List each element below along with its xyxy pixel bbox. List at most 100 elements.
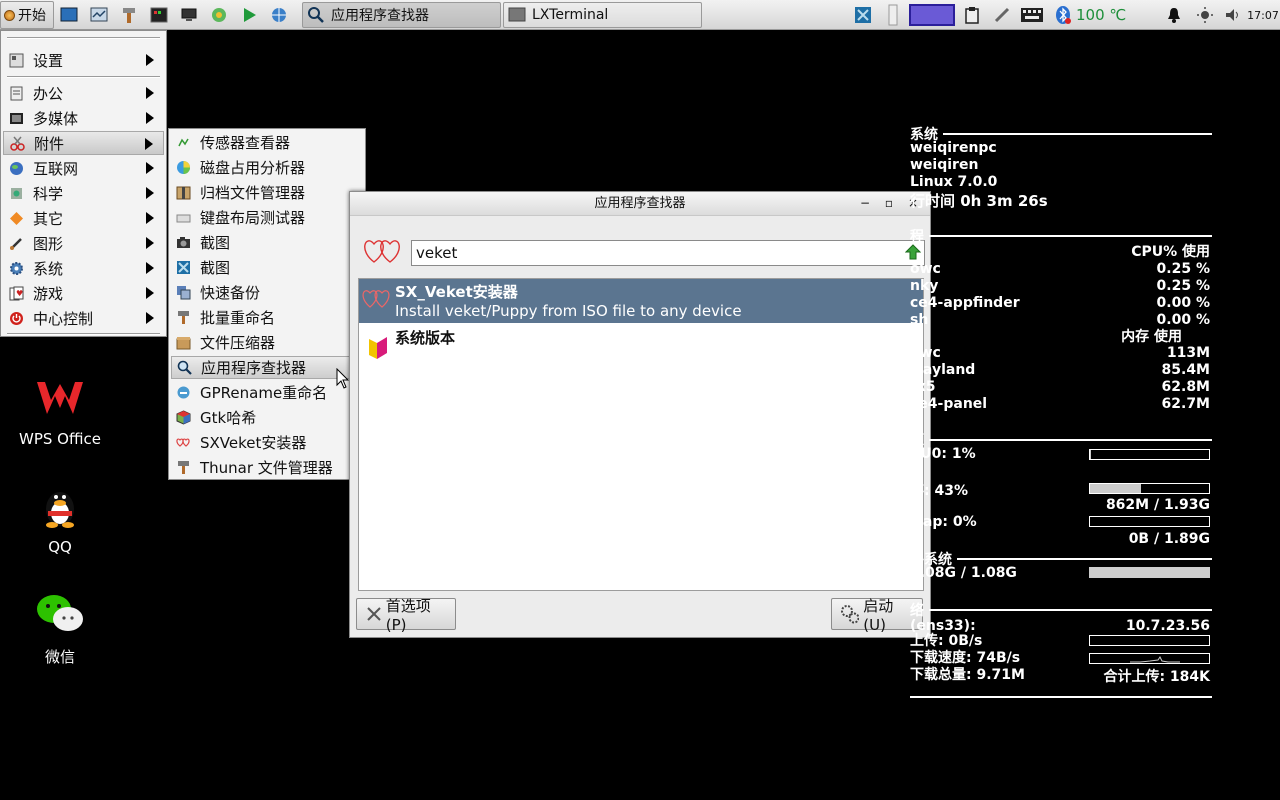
menu-item-graphics[interactable]: 图形 xyxy=(3,231,164,255)
hostname: weiqirenpc xyxy=(910,140,997,156)
submenu-item-appfinder[interactable]: 应用程序查找器 xyxy=(171,356,363,379)
menu-item-control-center[interactable]: 中心控制 xyxy=(3,306,164,330)
clock[interactable]: 17:07 xyxy=(1246,4,1280,26)
keyboard-icon[interactable] xyxy=(1019,4,1045,26)
pen-icon[interactable] xyxy=(991,4,1013,26)
menu-item-settings[interactable]: 设置 xyxy=(3,48,164,72)
cpu-graph-icon[interactable] xyxy=(908,4,956,26)
submenu-arrow-icon xyxy=(146,287,154,299)
bluetooth-icon[interactable] xyxy=(1052,4,1074,26)
memory-detail: 862M / 1.93G xyxy=(1105,497,1210,513)
speaker-icon[interactable] xyxy=(1222,4,1244,26)
submenu-item-batch-rename[interactable]: 批量重命名 xyxy=(171,306,363,329)
download-graph xyxy=(1089,653,1210,664)
qq-penguin-icon xyxy=(34,480,86,532)
accessories-submenu: 传感器查看器 磁盘占用分析器 归档文件管理器 键盘布局测试器 截图 截图 快速备… xyxy=(168,128,366,480)
section-network: 络 xyxy=(910,601,1212,619)
menu-item-games[interactable]: ♥ 游戏 xyxy=(3,281,164,305)
result-item[interactable]: 系统版本 xyxy=(359,325,923,361)
menu-separator xyxy=(7,333,160,335)
menu-item-multimedia[interactable]: 多媒体 xyxy=(3,106,164,130)
network-icon[interactable] xyxy=(269,5,289,25)
submenu-item-sensor-viewer[interactable]: 传感器查看器 xyxy=(171,131,363,154)
submenu-item-sxveket[interactable]: SXVeket安装器 xyxy=(171,431,363,454)
window-titlebar[interactable]: 应用程序查找器 − ▫ × xyxy=(350,192,930,216)
hearts-icon xyxy=(362,290,390,308)
section-process: 程 xyxy=(910,227,1212,245)
cpu-column-header: CPU% 使用 xyxy=(1131,244,1210,260)
process-value: 0.25 % xyxy=(1156,261,1210,277)
submenu-item-archive-manager[interactable]: 归档文件管理器 xyxy=(171,181,363,204)
menu-item-accessories[interactable]: 附件 xyxy=(3,131,164,155)
terminal-icon[interactable] xyxy=(149,5,169,25)
maximize-button[interactable]: ▫ xyxy=(882,196,896,210)
pie-chart-icon xyxy=(176,160,191,175)
filesystem-usage: 1.08G / 1.08G xyxy=(910,565,1017,581)
clipboard-icon[interactable] xyxy=(961,4,983,26)
memory-usage: 存: 43% xyxy=(910,483,968,499)
filesystem-bar xyxy=(1089,567,1210,578)
submenu-arrow-icon xyxy=(146,262,154,274)
science-icon xyxy=(9,186,24,201)
screenshot-tray-icon[interactable] xyxy=(852,4,874,26)
task-label: LXTerminal xyxy=(532,7,609,23)
window-title: 应用程序查找器 xyxy=(594,196,686,211)
start-button[interactable]: 开始 xyxy=(0,1,54,29)
notification-bell-icon[interactable] xyxy=(1164,4,1184,26)
submenu-item-screenshot[interactable]: 截图 xyxy=(171,231,363,254)
menu-item-other[interactable]: 其它 xyxy=(3,206,164,230)
task-lxterminal[interactable]: LXTerminal xyxy=(503,2,702,28)
submenu-item-screenshot-2[interactable]: 截图 xyxy=(171,256,363,279)
menu-item-internet[interactable]: 互联网 xyxy=(3,156,164,180)
brightness-icon[interactable] xyxy=(1195,4,1215,26)
cpu0-usage: PU0: 1% xyxy=(910,446,976,462)
submenu-item-thunar[interactable]: Thunar 文件管理器 xyxy=(171,456,363,479)
submenu-item-gtkhash[interactable]: Gtk哈希 xyxy=(171,406,363,429)
magnifier-icon xyxy=(308,7,324,23)
display-icon[interactable] xyxy=(179,5,199,25)
search-input[interactable] xyxy=(411,240,925,266)
system-monitor-icon[interactable] xyxy=(89,5,109,25)
desktop-icon-label: QQ xyxy=(48,538,72,556)
submenu-item-gprename[interactable]: GPRename重命名 xyxy=(171,381,363,404)
process-value: 113M xyxy=(1166,345,1210,361)
process-name: wayland xyxy=(910,362,976,378)
hearts-icon xyxy=(176,435,191,450)
results-list: SX_Veket安装器 Install veket/Puppy from ISO… xyxy=(358,278,924,591)
menu-item-science[interactable]: 科学 xyxy=(3,181,164,205)
volume-slider-icon[interactable] xyxy=(886,4,900,26)
uptime: 行时间 0h 3m 26s xyxy=(910,192,1048,210)
submenu-item-disk-usage[interactable]: 磁盘占用分析器 xyxy=(171,156,363,179)
desktop-icon-wps[interactable]: WPS Office xyxy=(10,372,110,448)
desktop-icon-qq[interactable]: QQ xyxy=(10,480,110,556)
process-value: 0.00 % xyxy=(1156,312,1210,328)
submenu-arrow-icon xyxy=(146,112,154,124)
menu-item-office[interactable]: 办公 xyxy=(3,81,164,105)
preferences-button[interactable]: 首选项(P) xyxy=(356,597,456,634)
hammer-icon xyxy=(176,460,191,475)
process-name: ce4-appfinder xyxy=(910,295,1020,311)
conky-bottom-rule xyxy=(910,696,1212,698)
result-item[interactable]: SX_Veket安装器 Install veket/Puppy from ISO… xyxy=(359,279,923,323)
cube-icon xyxy=(176,410,191,425)
file-manager-icon[interactable] xyxy=(119,5,139,25)
menu-separator xyxy=(7,37,160,39)
task-label: 应用程序查找器 xyxy=(331,8,429,24)
download-total: 下载总量: 9.71M xyxy=(910,667,1025,683)
submenu-item-file-compressor[interactable]: 文件压缩器 xyxy=(171,331,363,354)
menu-item-system[interactable]: 系统 xyxy=(3,256,164,280)
media-player-icon[interactable] xyxy=(239,5,259,25)
minimize-button[interactable]: − xyxy=(858,196,872,210)
desktop-icon-wechat[interactable]: 微信 xyxy=(10,588,110,667)
submenu-item-quick-backup[interactable]: 快速备份 xyxy=(171,281,363,304)
conky-panel: 系统 weiqirenpc weiqiren Linux 7.0.0 行时间 0… xyxy=(910,120,1212,710)
book-icon xyxy=(369,337,387,359)
browser-icon[interactable] xyxy=(209,5,229,25)
show-desktop-icon[interactable] xyxy=(59,5,79,25)
task-appfinder[interactable]: 应用程序查找器 xyxy=(302,2,501,28)
archive-icon xyxy=(176,185,191,200)
process-name: ce4-panel xyxy=(910,396,988,412)
submenu-item-keyboard-tester[interactable]: 键盘布局测试器 xyxy=(171,206,363,229)
cards-icon: ♥ xyxy=(9,286,24,301)
upload-speed: 上传: 0B/s xyxy=(910,633,983,649)
